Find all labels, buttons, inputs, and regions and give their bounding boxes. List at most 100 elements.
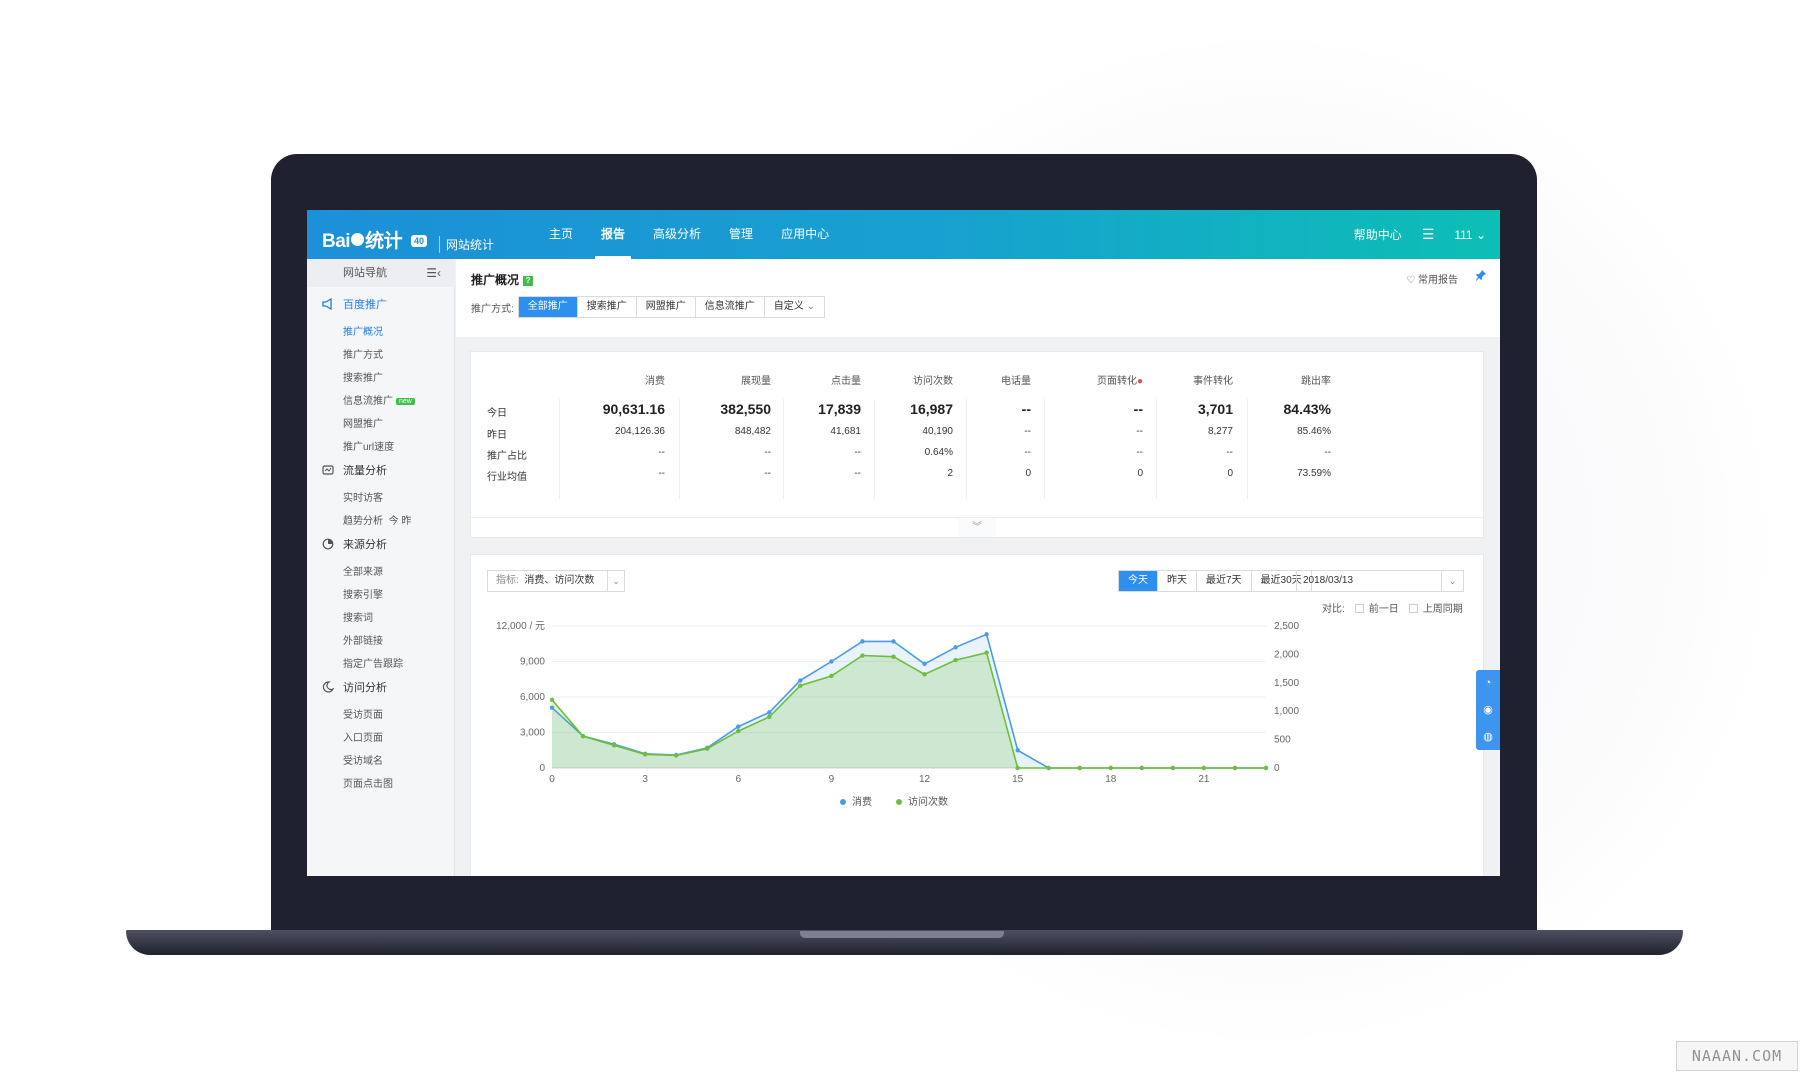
favorite-reports[interactable]: ♡ 常用报告 [1406,271,1458,286]
brand-logo[interactable]: Bai 统计 [322,226,403,253]
data-point [829,659,834,664]
nav-apps[interactable]: 应用中心 [767,210,843,259]
nav-home[interactable]: 主页 [535,210,587,259]
legend-marker [840,799,846,805]
sidebar-item-union-promo[interactable]: 网盟推广 [343,415,383,430]
data-point [984,650,989,655]
chat-icon[interactable]: ◍ [1483,730,1493,743]
range-7days[interactable]: 最近7天 [1197,571,1252,591]
summary-row-label: 今日 [487,408,507,419]
method-feed[interactable]: 信息流推广 [695,297,765,317]
sidebar-group-source[interactable]: 来源分析 [321,536,387,552]
data-point [891,639,896,644]
moon-icon [321,681,334,694]
y-tick-label-right: 0 [1274,763,1280,774]
help-icon[interactable]: ? [523,276,534,286]
sidebar-item-feed-promo[interactable]: 信息流推广 new [343,392,415,407]
x-tick-label: 12 [919,774,931,785]
feedback-icon[interactable]: ◔ [1485,677,1492,689]
data-point [1139,765,1145,771]
sidebar-item-visited-pages[interactable]: 受访页面 [343,706,383,721]
range-yesterday[interactable]: 昨天 [1158,571,1197,591]
sidebar-item-url-speed[interactable]: 推广url速度 [343,438,394,453]
date-picker[interactable]: 2018/03/13 ⌄ [1296,570,1464,592]
summary-cell-cost: -- [658,468,665,479]
chevron-down-icon: ⌄ [607,571,624,591]
y-tick-label-right: 500 [1274,735,1291,746]
y-tick-label-left: 0 [539,763,545,774]
method-search[interactable]: 搜索推广 [577,297,637,317]
metric-select[interactable]: 指标: 消费、访问次数 ⌄ [487,570,625,592]
nav-report[interactable]: 报告 [587,210,639,259]
sidebar-item-trend[interactable]: 趋势分析 今 昨 [343,512,411,527]
summary-card: 消费 展现量 点击量 访问次数 电话量 页面转化● 事件转化 跳出率 今日 90,… [470,351,1484,538]
page-title: 推广概况? [471,271,534,288]
series-area-1 [552,652,1266,768]
sidebar-item-search-engine[interactable]: 搜索引擎 [343,586,383,601]
sidebar-item-ad-tracking[interactable]: 指定广告跟踪 [343,655,403,670]
sidebar-item-search-terms[interactable]: 搜索词 [343,609,373,624]
summary-cell-bounce: 85.46% [1297,426,1331,437]
promo-method-filter: 推广方式: 全部推广 搜索推广 网盟推广 信息流推广 自定义 ⌄ [471,296,825,318]
data-point [1015,748,1020,753]
x-tick-label: 3 [642,774,648,785]
method-custom[interactable]: 自定义 ⌄ [764,297,824,317]
method-all[interactable]: 全部推广 [518,297,578,317]
data-point [891,654,896,659]
help-center-link[interactable]: 帮助中心 [1354,226,1402,243]
sidebar-group-baidu-promo[interactable]: 百度推广 [321,296,387,312]
data-point [922,661,927,667]
y-tick-label-left: 3,000 [520,728,545,739]
list-icon[interactable]: ☰ [1422,226,1435,243]
user-menu[interactable]: 111 ⌄ [1454,228,1486,242]
col-cost: 消费 [645,376,665,387]
data-point [767,710,772,715]
summary-cell-calls: 0 [1025,468,1031,479]
sidebar-item-heatmap[interactable]: 页面点击图 [343,775,393,790]
data-point [736,728,741,734]
nav-right: 帮助中心 ☰ 111 ⌄ [1354,210,1486,259]
sidebar: 网站导航 ☰‹ 百度推广 推广概况 推广方式 搜索推广 信息流推广 new 网盟推广… [307,259,455,876]
summary-cell-calls: -- [1021,401,1031,417]
range-today[interactable]: 今天 [1119,571,1158,591]
sidebar-item-promo-overview[interactable]: 推广概况 [343,323,383,338]
col-visits: 访问次数 [913,376,953,387]
data-point [611,743,617,748]
legend-marker [896,799,902,805]
paw-icon [351,233,365,246]
data-point [705,746,710,751]
traffic-icon [321,464,334,477]
sidebar-item-entry-pages[interactable]: 入口页面 [343,729,383,744]
new-badge: new [396,398,415,405]
watermark: NAAAN.COM [1676,1041,1798,1071]
collapse-icon[interactable]: ☰‹ [426,267,441,279]
trend-line-chart: 12,000 / 元 9,000 6,000 3,000 0 2,500 2,000 1,50… [496,621,1299,808]
data-point [580,733,586,739]
sidebar-group-visit[interactable]: 访问分析 [321,679,387,695]
legend-label: 访问次数 [908,795,948,808]
compass-icon[interactable]: ◉ [1483,703,1493,716]
data-point [798,683,803,688]
sidebar-item-promo-method[interactable]: 推广方式 [343,346,383,361]
nav-manage[interactable]: 管理 [715,210,767,259]
pin-icon[interactable] [1475,268,1487,286]
data-point [860,639,865,644]
data-point [1108,765,1113,771]
data-point [1077,765,1082,771]
col-event-conv: 事件转化 [1193,376,1233,387]
sidebar-item-realtime[interactable]: 实时访客 [343,489,383,504]
method-union[interactable]: 网盟推广 [636,297,696,317]
y-tick-label-left: 6,000 [520,692,545,703]
sidebar-item-all-sources[interactable]: 全部来源 [343,563,383,578]
data-point [642,752,648,757]
col-calls: 电话量 [1001,376,1031,387]
sidebar-item-search-promo[interactable]: 搜索推广 [343,369,383,384]
nav-advanced[interactable]: 高级分析 [639,210,715,259]
sidebar-item-domains[interactable]: 受访域名 [343,752,383,767]
expand-chevron-icon[interactable]: ︾ [958,518,996,537]
summary-cell-bounce: 84.43% [1283,401,1331,417]
sidebar-item-external-links[interactable]: 外部链接 [343,632,383,647]
x-tick-label: 9 [829,774,835,785]
data-point [767,714,772,720]
sidebar-group-traffic[interactable]: 流量分析 [321,462,387,478]
